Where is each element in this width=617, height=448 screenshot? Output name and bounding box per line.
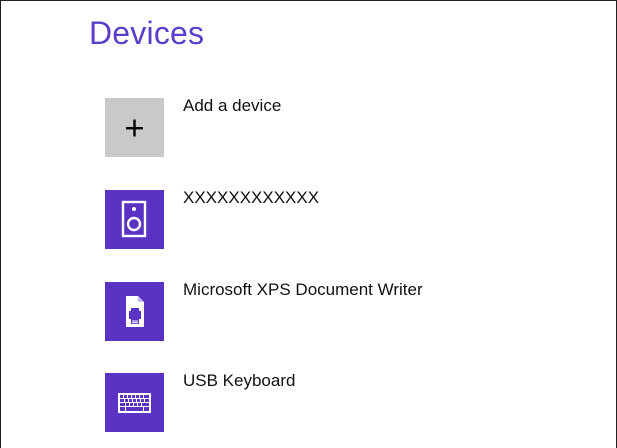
- speaker-tile[interactable]: [105, 190, 164, 249]
- device-item-usb-keyboard[interactable]: USB Keyboard: [105, 371, 585, 433]
- device-label: USB Keyboard: [183, 371, 296, 390]
- add-device-item[interactable]: Add a device: [105, 96, 585, 158]
- add-device-label: Add a device: [183, 96, 282, 115]
- usb-keyboard-tile[interactable]: [105, 373, 164, 432]
- device-item-speaker[interactable]: XXXXXXXXXXXX: [105, 188, 585, 250]
- xps-writer-tile[interactable]: [105, 282, 164, 341]
- plus-icon: [126, 119, 143, 137]
- device-label: Microsoft XPS Document Writer: [183, 280, 423, 299]
- device-item-xps-writer[interactable]: Microsoft XPS Document Writer: [105, 280, 585, 342]
- device-label: XXXXXXXXXXXX: [183, 188, 320, 207]
- printer-document-icon: [126, 296, 144, 327]
- speaker-icon: [121, 200, 147, 238]
- page-title: Devices: [89, 15, 205, 51]
- add-device-tile[interactable]: [105, 98, 164, 157]
- keyboard-icon: [118, 393, 151, 413]
- devices-pane: Devices Add a device XXXXXXXXXXXX Micros…: [0, 0, 617, 448]
